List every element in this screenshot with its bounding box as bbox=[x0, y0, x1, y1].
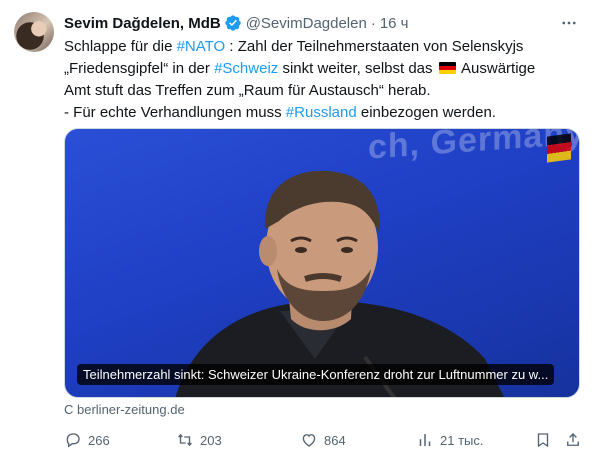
reply-count: 266 bbox=[88, 432, 110, 448]
text-line: Amt stuft das Treffen zum „Raum für Aust… bbox=[64, 82, 431, 99]
reply-icon bbox=[66, 433, 80, 448]
like-count: 864 bbox=[324, 432, 346, 448]
tweet-actions: 266 203 864 21 тыс. bbox=[64, 428, 586, 452]
views-count: 21 тыс. bbox=[440, 432, 484, 448]
like-icon bbox=[302, 434, 316, 447]
bookmark-button[interactable] bbox=[534, 428, 558, 452]
text-line: „Friedensgipfel“ in der #Schweiz sinkt w… bbox=[64, 60, 536, 77]
tweet-text: Schlappe für die #NATO : Zahl der Teilne… bbox=[64, 36, 586, 124]
link-card-caption: Teilnehmerzahl sinkt: Schweizer Ukraine-… bbox=[77, 364, 555, 385]
repost-count: 203 bbox=[200, 432, 222, 448]
repost-icon bbox=[178, 433, 192, 447]
link-card-image[interactable]: ch, Germany Teilnehmerzahl sinkt: Schwei… bbox=[64, 128, 580, 398]
more-icon[interactable] bbox=[558, 12, 580, 34]
tweet: Sevim Dağdelen, MdB @SevimDagdelen · 16 … bbox=[0, 0, 600, 459]
share-icon bbox=[567, 433, 579, 446]
verified-icon bbox=[224, 14, 242, 32]
text-line: - Für echte Verhandlungen muss #Russland… bbox=[64, 104, 496, 121]
reply-button[interactable]: 266 bbox=[64, 428, 110, 452]
avatar[interactable] bbox=[14, 12, 54, 52]
bookmark-icon bbox=[537, 433, 549, 448]
views-button[interactable]: 21 тыс. bbox=[416, 428, 483, 452]
hashtag-schweiz[interactable]: #Schweiz bbox=[214, 60, 278, 77]
separator-dot: · bbox=[370, 14, 376, 32]
author-handle[interactable]: @SevimDagdelen bbox=[246, 15, 367, 32]
hashtag-russland[interactable]: #Russland bbox=[286, 104, 357, 121]
portrait-illustration bbox=[175, 170, 504, 397]
views-icon bbox=[419, 434, 431, 446]
tweet-header: Sevim Dağdelen, MdB @SevimDagdelen · 16 … bbox=[64, 12, 586, 34]
timestamp[interactable]: 16 ч bbox=[380, 15, 409, 32]
repost-button[interactable]: 203 bbox=[176, 428, 222, 452]
text-line: Schlappe für die #NATO : Zahl der Teilne… bbox=[64, 38, 524, 55]
germany-flag-icon bbox=[438, 62, 456, 74]
share-button[interactable] bbox=[564, 428, 588, 452]
author-name[interactable]: Sevim Dağdelen, MdB bbox=[64, 15, 221, 32]
link-source[interactable]: С berliner-zeitung.de bbox=[64, 402, 185, 417]
hashtag-nato[interactable]: #NATO bbox=[177, 38, 226, 55]
like-button[interactable]: 864 bbox=[300, 428, 346, 452]
